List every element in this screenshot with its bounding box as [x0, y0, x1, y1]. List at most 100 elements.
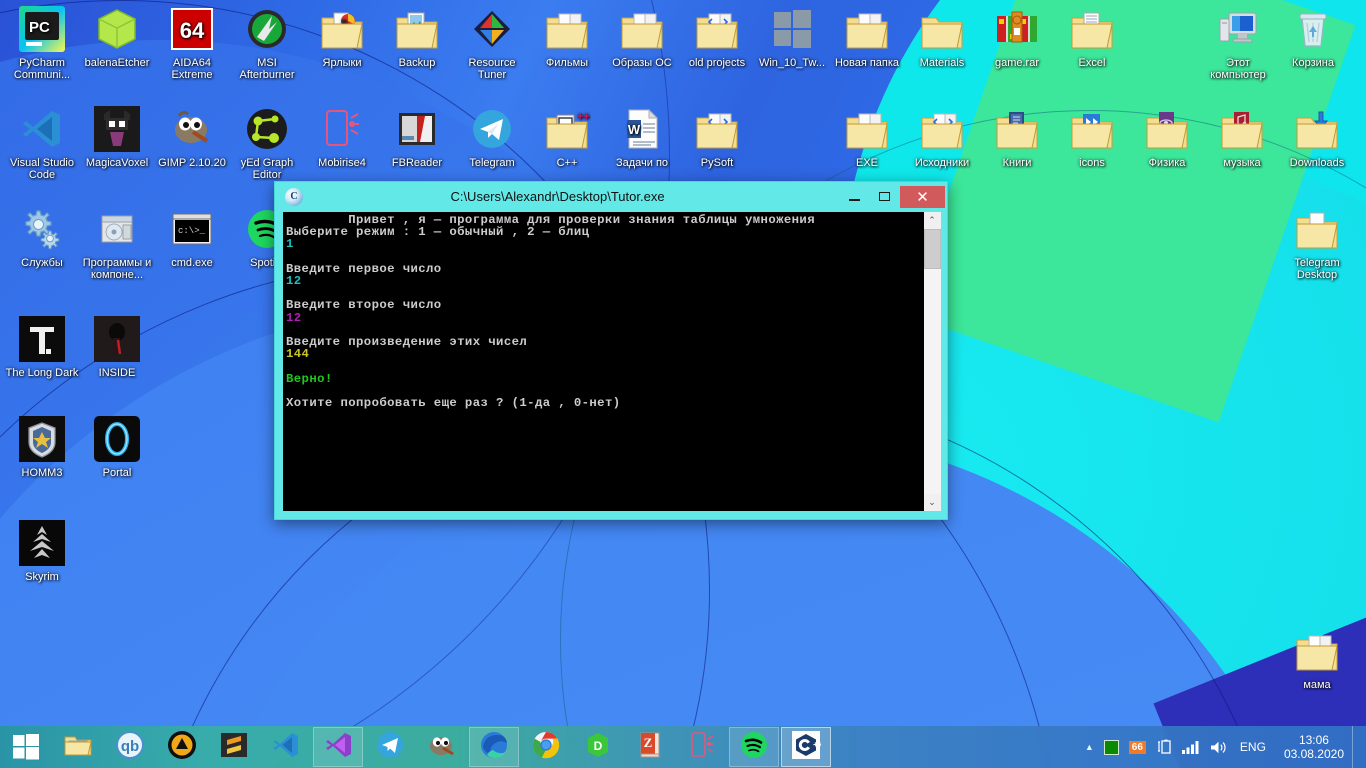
desktop-icon-label: cmd.exe: [171, 257, 213, 269]
desktop-icon-label: Excel: [1078, 57, 1106, 69]
desktop-icon-folder-physics[interactable]: Физика: [1129, 106, 1205, 169]
show-desktop-button[interactable]: [1352, 726, 1360, 768]
taskbar-item-aimp[interactable]: [157, 727, 207, 767]
desktop-icon-folder-docs[interactable]: мама: [1279, 628, 1355, 691]
desktop-icon-skyrim[interactable]: Skyrim: [4, 520, 80, 583]
taskbar[interactable]: qb D Z ++ ▲ 66 ENG 13:06 03.08.2020: [0, 726, 1366, 768]
taskbar-item-telegram[interactable]: [365, 727, 415, 767]
scrollbar-track[interactable]: [923, 229, 941, 494]
window-titlebar[interactable]: C C:\Users\Alexandr\Desktop\Tutor.exe ✕: [275, 182, 947, 211]
portal-icon: [93, 416, 141, 464]
desktop-icon-magicavoxel[interactable]: MagicaVoxel: [79, 106, 155, 169]
taskbar-item-gimp[interactable]: [417, 727, 467, 767]
taskbar-item-zotero[interactable]: Z: [625, 727, 675, 767]
desktop-icon-mobirise[interactable]: Mobirise4: [304, 106, 380, 169]
console-window[interactable]: C C:\Users\Alexandr\Desktop\Tutor.exe ✕ …: [274, 181, 948, 520]
desktop-icon-programs[interactable]: Программы и компоне...: [79, 206, 155, 281]
desktop-icon-homm3[interactable]: HOMM3: [4, 416, 80, 479]
taskbar-item-visual-studio[interactable]: [313, 727, 363, 767]
desktop-icon-folder-code[interactable]: PySoft: [679, 106, 755, 169]
desktop-icon-telegram[interactable]: Telegram: [454, 106, 530, 169]
desktop-icon-label: The Long Dark: [5, 367, 79, 379]
desktop-icon-folder-docs[interactable]: Новая папка: [829, 6, 905, 69]
qbittorrent-icon: qb: [115, 730, 145, 765]
desktop-icon-label: EXE: [855, 157, 878, 169]
desktop-icon-recyclebin[interactable]: Корзина: [1275, 6, 1351, 69]
temperature-badge[interactable]: 66: [1128, 740, 1146, 754]
desktop-icon-winrar[interactable]: game.rar: [979, 6, 1055, 69]
taskbar-item-google-chrome[interactable]: [521, 727, 571, 767]
taskbar-item-mobirise[interactable]: [677, 727, 727, 767]
desktop-icon-folder-downloads[interactable]: Downloads: [1279, 106, 1355, 169]
desktop-icon-portal[interactable]: Portal: [79, 416, 155, 479]
desktop-icon-folder-docs[interactable]: EXE: [829, 106, 905, 169]
desktop-icon-label: icons: [1079, 157, 1105, 169]
taskbar-item-microsoft-edge[interactable]: [469, 727, 519, 767]
desktop-icon-label: old projects: [688, 57, 746, 69]
desktop-icon-gimp[interactable]: GIMP 2.10.20: [154, 106, 230, 169]
scroll-down-arrow-icon[interactable]: ⌄: [923, 494, 941, 511]
desktop-icon-yed[interactable]: yEd Graph Editor: [229, 106, 305, 181]
green-square-icon[interactable]: [1103, 739, 1119, 755]
desktop-icon-mycomputer[interactable]: Этот компьютер: [1200, 6, 1276, 81]
taskbar-item-dev-app[interactable]: D: [573, 727, 623, 767]
console-line: Введите второе число: [286, 298, 442, 313]
desktop-icon-winlogo[interactable]: Win_10_Tw...: [754, 6, 830, 69]
desktop-icon-cmd[interactable]: c:\>_ cmd.exe: [154, 206, 230, 269]
explorer-icon: [63, 730, 93, 765]
taskbar-item-qbittorrent[interactable]: qb: [105, 727, 155, 767]
desktop-icon-folder-code[interactable]: Исходники: [904, 106, 980, 169]
desktop-icon-inside[interactable]: INSIDE: [79, 316, 155, 379]
clock[interactable]: 13:06 03.08.2020: [1274, 733, 1352, 761]
taskbar-item-sublime-text[interactable]: [209, 727, 259, 767]
taskbar-item-vs-code[interactable]: [261, 727, 311, 767]
desktop-icon-folder-shortcut[interactable]: S Ярлыки: [304, 6, 380, 69]
desktop-icon-folder-pic[interactable]: Backup: [379, 6, 455, 69]
desktop-icon-services[interactable]: Службы: [4, 206, 80, 269]
desktop-icon-folder-books[interactable]: Книги: [979, 106, 1055, 169]
desktop-icon-aida64[interactable]: 64 AIDA64 Extreme: [154, 6, 230, 81]
taskbar-item-spotify[interactable]: [729, 727, 779, 767]
cpp-icon: ++: [791, 730, 823, 765]
scroll-up-arrow-icon[interactable]: ⌃: [923, 212, 941, 229]
folder-books-icon: [993, 106, 1041, 154]
folder-music-icon: [1218, 106, 1266, 154]
desktop-icon-label: Этот компьютер: [1210, 57, 1266, 81]
desktop-icon-folder-music[interactable]: музыка: [1204, 106, 1280, 169]
console-body[interactable]: Привет , я — программа для проверки знан…: [283, 212, 941, 511]
battery-icon[interactable]: [1156, 739, 1172, 755]
desktop-icon-folder-cpp[interactable]: ++ C++: [529, 106, 605, 169]
desktop-icon-folder-icons[interactable]: icons: [1054, 106, 1130, 169]
desktop-icon-folder-plain[interactable]: Materials: [904, 6, 980, 69]
taskbar-item-cpp-console[interactable]: ++: [781, 727, 831, 767]
taskbar-item-file-explorer[interactable]: [53, 727, 103, 767]
desktop-icon-folder-docs[interactable]: Образы ОС: [604, 6, 680, 69]
tray-overflow-button[interactable]: ▲: [1085, 742, 1094, 752]
desktop-icon-pycharm[interactable]: PC PyCharm Communi...: [4, 6, 80, 81]
desktop-icon-longdark[interactable]: The Long Dark: [4, 316, 80, 379]
desktop-icon-folder-docs[interactable]: Фильмы: [529, 6, 605, 69]
maximize-button[interactable]: [870, 186, 899, 207]
language-indicator[interactable]: ENG: [1237, 740, 1269, 754]
network-signal-icon[interactable]: [1181, 740, 1200, 754]
desktop-icon-word-doc[interactable]: W Задачи по: [604, 106, 680, 169]
close-button[interactable]: ✕: [900, 185, 945, 208]
desktop-icon-msi[interactable]: MSI Afterburner: [229, 6, 305, 81]
desktop-icon-folder-code[interactable]: old projects: [679, 6, 755, 69]
desktop-icon-fbreader[interactable]: FBReader: [379, 106, 455, 169]
volume-icon[interactable]: [1210, 740, 1227, 755]
visualstudio-icon: [323, 730, 353, 765]
desktop-icon-folder-telegram[interactable]: Telegram Desktop: [1279, 206, 1355, 281]
scrollbar-thumb[interactable]: [923, 229, 941, 269]
start-button[interactable]: [0, 726, 52, 768]
desktop[interactable]: PC PyCharm Communi... balenaEtcher 64 AIDA64…: [0, 0, 1366, 768]
magicavoxel-icon: [93, 106, 141, 154]
desktop-icon-balena[interactable]: balenaEtcher: [79, 6, 155, 69]
desktop-icon-vscode[interactable]: Visual Studio Code: [4, 106, 80, 181]
svg-text:D: D: [594, 739, 603, 753]
minimize-button[interactable]: [840, 186, 869, 207]
console-scrollbar[interactable]: ⌃ ⌄: [923, 212, 941, 511]
desktop-icon-folder-excel[interactable]: Excel: [1054, 6, 1130, 69]
desktop-icon-restuner[interactable]: Resource Tuner: [454, 6, 530, 81]
